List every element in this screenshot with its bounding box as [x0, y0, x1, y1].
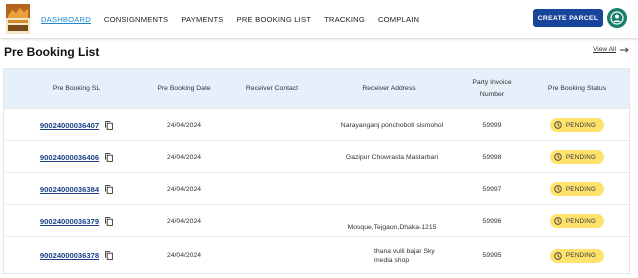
main-nav: DASHBOARD CONSIGNMENTS PAYMENTS PRE BOOK…	[41, 0, 432, 38]
nav-payments[interactable]: PAYMENTS	[181, 0, 223, 38]
party-invoice-number: 59995	[482, 252, 502, 259]
user-avatar[interactable]	[607, 8, 627, 28]
receiver-contact	[231, 237, 313, 274]
clock-icon	[554, 251, 562, 260]
pre-booking-sl-link[interactable]: 90024000036406	[40, 153, 99, 162]
table-row: 90024000036379 24/04/2024 Mosque,Tejgaon…	[4, 204, 629, 236]
status-badge: PENDING	[549, 248, 605, 263]
page-title: Pre Booking List	[4, 45, 100, 59]
copy-icon[interactable]	[105, 216, 113, 226]
header-receiver-contact: Receiver Contact	[245, 84, 299, 92]
nav-dashboard[interactable]: DASHBOARD	[41, 0, 91, 38]
table-row: 90024000036406 24/04/2024 Gazipur Chowra…	[4, 140, 629, 172]
receiver-address: thana vulli bajar Sky media shop	[374, 247, 435, 264]
party-invoice-number: 59996	[482, 217, 502, 225]
user-icon	[610, 11, 624, 25]
pre-booking-sl-link[interactable]: 90024000036378	[40, 251, 99, 260]
copy-icon[interactable]	[105, 251, 113, 260]
copy-icon[interactable]	[105, 120, 113, 130]
header-receiver-address: Receiver Address	[362, 84, 416, 92]
receiver-contact	[231, 141, 313, 173]
pre-booking-sl-link[interactable]: 90024000036407	[40, 121, 99, 130]
top-navbar: DASHBOARD CONSIGNMENTS PAYMENTS PRE BOOK…	[0, 0, 638, 38]
pre-booking-date: 24/04/2024	[166, 217, 202, 225]
view-all-link[interactable]: View All	[593, 46, 629, 53]
pre-booking-table: Pre Booking SL Pre Booking Date Receiver…	[3, 68, 630, 274]
status-badge: PENDING	[549, 214, 605, 228]
nav-complain[interactable]: COMPLAIN	[378, 0, 419, 38]
receiver-address: Narayanganj ponchoboti sismohol	[340, 121, 444, 129]
nav-tracking[interactable]: TRACKING	[324, 0, 365, 38]
pre-booking-date: 24/04/2024	[166, 153, 202, 161]
party-invoice-number: 59998	[482, 153, 502, 161]
clock-icon	[554, 153, 562, 161]
pre-booking-date: 24/04/2024	[166, 121, 202, 129]
clock-icon	[554, 121, 562, 129]
receiver-contact	[231, 173, 313, 205]
table-row: 90024000036378 24/04/2024 thana vulli ba…	[4, 236, 629, 273]
status-badge: PENDING	[549, 182, 605, 196]
header-pre-booking-date: Pre Booking Date	[157, 84, 211, 92]
receiver-address: Mosque,Tejgaon,Dhaka-1215	[347, 224, 437, 231]
status-badge: PENDING	[549, 118, 605, 132]
receiver-address	[326, 173, 458, 205]
table-header: Pre Booking SL Pre Booking Date Receiver…	[4, 69, 629, 108]
arrow-right-icon	[619, 46, 629, 53]
company-logo[interactable]	[6, 4, 30, 34]
create-parcel-button[interactable]: CREATE PARCEL	[533, 9, 603, 27]
copy-icon[interactable]	[105, 152, 113, 162]
party-invoice-number: 59997	[482, 185, 502, 193]
table-row: 90024000036407 24/04/2024 Narayanganj po…	[4, 108, 629, 140]
copy-icon[interactable]	[105, 184, 113, 194]
clock-icon	[554, 217, 562, 225]
pre-booking-sl-link[interactable]: 90024000036384	[40, 185, 99, 194]
nav-pre-booking-list[interactable]: PRE BOOKING LIST	[237, 0, 312, 38]
receiver-address: Gazipur Chowrasta Mastarbari	[345, 153, 439, 161]
status-badge: PENDING	[549, 150, 605, 164]
view-all-label: View All	[593, 46, 616, 53]
nav-consignments[interactable]: CONSIGNMENTS	[104, 0, 168, 38]
receiver-contact	[231, 205, 313, 237]
header-pre-booking-sl: Pre Booking SL	[52, 84, 101, 92]
header-party-invoice-number: Party Invoice Number	[472, 78, 512, 98]
pre-booking-date: 24/04/2024	[166, 252, 202, 259]
pre-booking-date: 24/04/2024	[166, 185, 202, 193]
party-invoice-number: 59999	[482, 121, 502, 129]
pre-booking-sl-link[interactable]: 90024000036379	[40, 217, 99, 226]
receiver-contact	[231, 109, 313, 141]
table-row: 90024000036384 24/04/2024 59997 PENDING	[4, 172, 629, 204]
clock-icon	[554, 185, 562, 193]
header-pre-booking-status: Pre Booking Status	[547, 84, 607, 92]
